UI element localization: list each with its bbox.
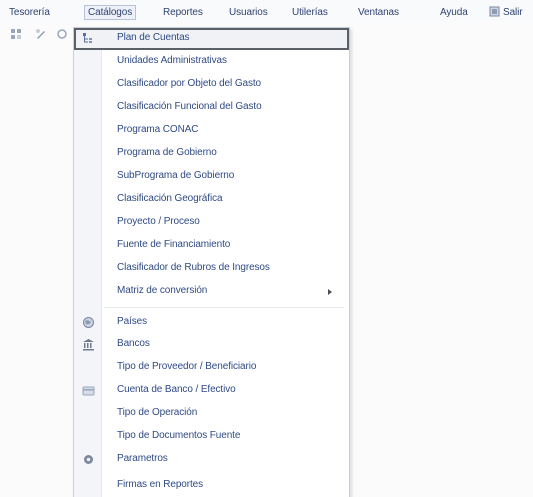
menu-item-label: Tipo de Documentos Fuente [117, 430, 241, 441]
menu-salir[interactable]: Salir [503, 7, 523, 18]
menu-item-tipo-proveedor[interactable]: Tipo de Proveedor / Beneficiario [74, 357, 349, 379]
catalogos-dropdown-menu: Plan de Cuentas Unidades Administrativas… [73, 27, 350, 497]
menu-item-label: Firmas en Reportes [117, 479, 204, 490]
menu-item-label: Bancos [117, 338, 150, 349]
menu-item-label: Matriz de conversión [117, 285, 208, 296]
menu-item-label: SubPrograma de Gobierno [117, 170, 235, 181]
menu-item-fuente-financiamiento[interactable]: Fuente de Financiamiento [74, 235, 349, 257]
menu-ventanas[interactable]: Ventanas [358, 7, 399, 18]
menu-bar: Tesorería Catálogos Reportes Usuarios Ut… [0, 0, 533, 22]
menu-item-label: Clasificador por Objeto del Gasto [117, 78, 261, 89]
menu-usuarios[interactable]: Usuarios [229, 7, 268, 18]
menu-separator [104, 307, 344, 308]
menu-item-label: Clasificación Geográfica [117, 193, 223, 204]
menu-item-plan-de-cuentas[interactable]: Plan de Cuentas [74, 28, 349, 50]
menu-item-unidades-administrativas[interactable]: Unidades Administrativas [74, 51, 349, 73]
menu-item-clasificador-objeto-gasto[interactable]: Clasificador por Objeto del Gasto [74, 74, 349, 96]
menu-ayuda[interactable]: Ayuda [440, 7, 468, 18]
menu-item-label: Tipo de Operación [117, 407, 198, 418]
card-icon [82, 386, 95, 396]
menu-item-label: Unidades Administrativas [117, 55, 227, 66]
grid-icon[interactable] [10, 28, 22, 40]
menu-item-label: Proyecto / Proceso [117, 216, 200, 227]
menu-item-programa-conac[interactable]: Programa CONAC [74, 120, 349, 142]
menu-item-label: Tipo de Proveedor / Beneficiario [117, 361, 257, 372]
menu-item-label: Cuenta de Banco / Efectivo [117, 384, 236, 395]
menu-item-subprograma-gobierno[interactable]: SubPrograma de Gobierno [74, 166, 349, 188]
menu-item-label: Parametros [117, 453, 168, 464]
menu-item-label: Fuente de Financiamiento [117, 239, 231, 250]
menu-item-parametros[interactable]: Parametros [74, 449, 349, 471]
menu-item-label: Clasificación Funcional del Gasto [117, 101, 262, 112]
menu-item-paises[interactable]: Países [74, 312, 349, 334]
menu-item-label: Programa CONAC [117, 124, 199, 135]
menu-item-label: Programa de Gobierno [117, 147, 217, 158]
menu-item-tipo-documentos-fuente[interactable]: Tipo de Documentos Fuente [74, 426, 349, 448]
menu-item-label: Plan de Cuentas [117, 32, 190, 43]
exit-icon[interactable] [489, 6, 500, 17]
menu-item-clasificacion-geografica[interactable]: Clasificación Geográfica [74, 189, 349, 211]
menu-item-label: Países [117, 316, 147, 327]
edit-icon[interactable] [35, 28, 47, 40]
menu-item-cuenta-banco[interactable]: Cuenta de Banco / Efectivo [74, 380, 349, 402]
menu-item-programa-gobierno[interactable]: Programa de Gobierno [74, 143, 349, 165]
tree-icon [83, 33, 92, 43]
bank-icon [83, 339, 94, 351]
menu-reportes[interactable]: Reportes [163, 7, 203, 18]
menu-tesoreria[interactable]: Tesorería [9, 7, 50, 18]
menu-item-tipo-operacion[interactable]: Tipo de Operación [74, 403, 349, 425]
gear-icon [84, 455, 93, 464]
menu-item-matriz-conversion[interactable]: Matriz de conversión [74, 281, 349, 303]
globe-icon [83, 317, 94, 328]
tool-icon[interactable] [56, 28, 68, 40]
menu-item-clasificacion-funcional-gasto[interactable]: Clasificación Funcional del Gasto [74, 97, 349, 119]
menu-item-bancos[interactable]: Bancos [74, 334, 349, 356]
menu-item-label: Clasificador de Rubros de Ingresos [117, 262, 270, 273]
menu-item-proyecto-proceso[interactable]: Proyecto / Proceso [74, 212, 349, 234]
menu-item-firmas-reportes[interactable]: Firmas en Reportes [74, 472, 349, 494]
menu-utilerias[interactable]: Utilerías [292, 7, 328, 18]
submenu-arrow-icon [328, 289, 332, 295]
menu-item-clasificador-rubros-ingresos[interactable]: Clasificador de Rubros de Ingresos [74, 258, 349, 280]
menu-catalogos[interactable]: Catálogos [84, 5, 137, 20]
